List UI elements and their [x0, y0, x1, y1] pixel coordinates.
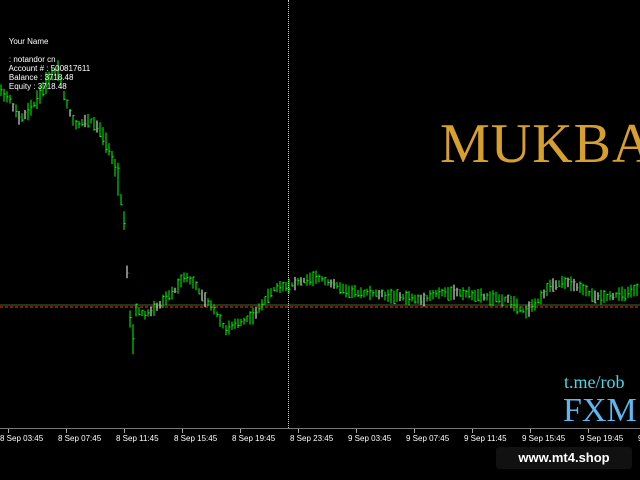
x-axis-label: 9 Sep 11:45 — [464, 434, 507, 443]
equity: Equity : 3718.48 — [8, 82, 67, 91]
x-axis-label: 8 Sep 11:45 — [116, 434, 159, 443]
balance: Balance : 3718.48 — [8, 73, 74, 82]
site-badge[interactable]: www.mt4.shop — [496, 447, 632, 469]
x-axis-label: 8 Sep 19:45 — [232, 434, 276, 443]
x-tick — [240, 429, 241, 433]
x-tick — [588, 429, 589, 433]
x-axis-label: 8 Sep 23:45 — [290, 434, 334, 443]
x-axis-label: 8 Sep 03:45 — [0, 434, 44, 443]
name-value: : notandor cn — [8, 55, 56, 64]
x-axis-label: 9 Sep 03:45 — [348, 434, 392, 443]
chart-area[interactable]: Your Name : notandor cn Account # : 5008… — [0, 0, 640, 450]
x-axis-label: 8 Sep 07:45 — [58, 434, 102, 443]
crosshair-line — [288, 0, 289, 428]
x-tick — [472, 429, 473, 433]
fxm-watermark: FXM — [563, 392, 637, 429]
price-chart — [0, 60, 640, 355]
account-info: Your Name : notandor cn Account # : 5008… — [0, 28, 90, 100]
x-tick — [182, 429, 183, 433]
x-tick — [414, 429, 415, 433]
telegram-link[interactable]: t.me/rob — [564, 372, 625, 393]
account-label: Your Name — [8, 37, 49, 46]
x-tick — [298, 429, 299, 433]
account-number: Account # : 500817611 — [8, 64, 91, 73]
x-axis-label: 9 Sep 07:45 — [406, 434, 450, 443]
x-tick — [8, 429, 9, 433]
x-tick — [66, 429, 67, 433]
x-axis-label: 9 Sep 19:45 — [580, 434, 624, 443]
x-tick — [530, 429, 531, 433]
x-tick — [356, 429, 357, 433]
x-axis-label: 9 Sep 15:45 — [522, 434, 566, 443]
brand-watermark: MUKBA — [440, 113, 640, 175]
x-tick — [124, 429, 125, 433]
x-axis-label: 8 Sep 15:45 — [174, 434, 218, 443]
